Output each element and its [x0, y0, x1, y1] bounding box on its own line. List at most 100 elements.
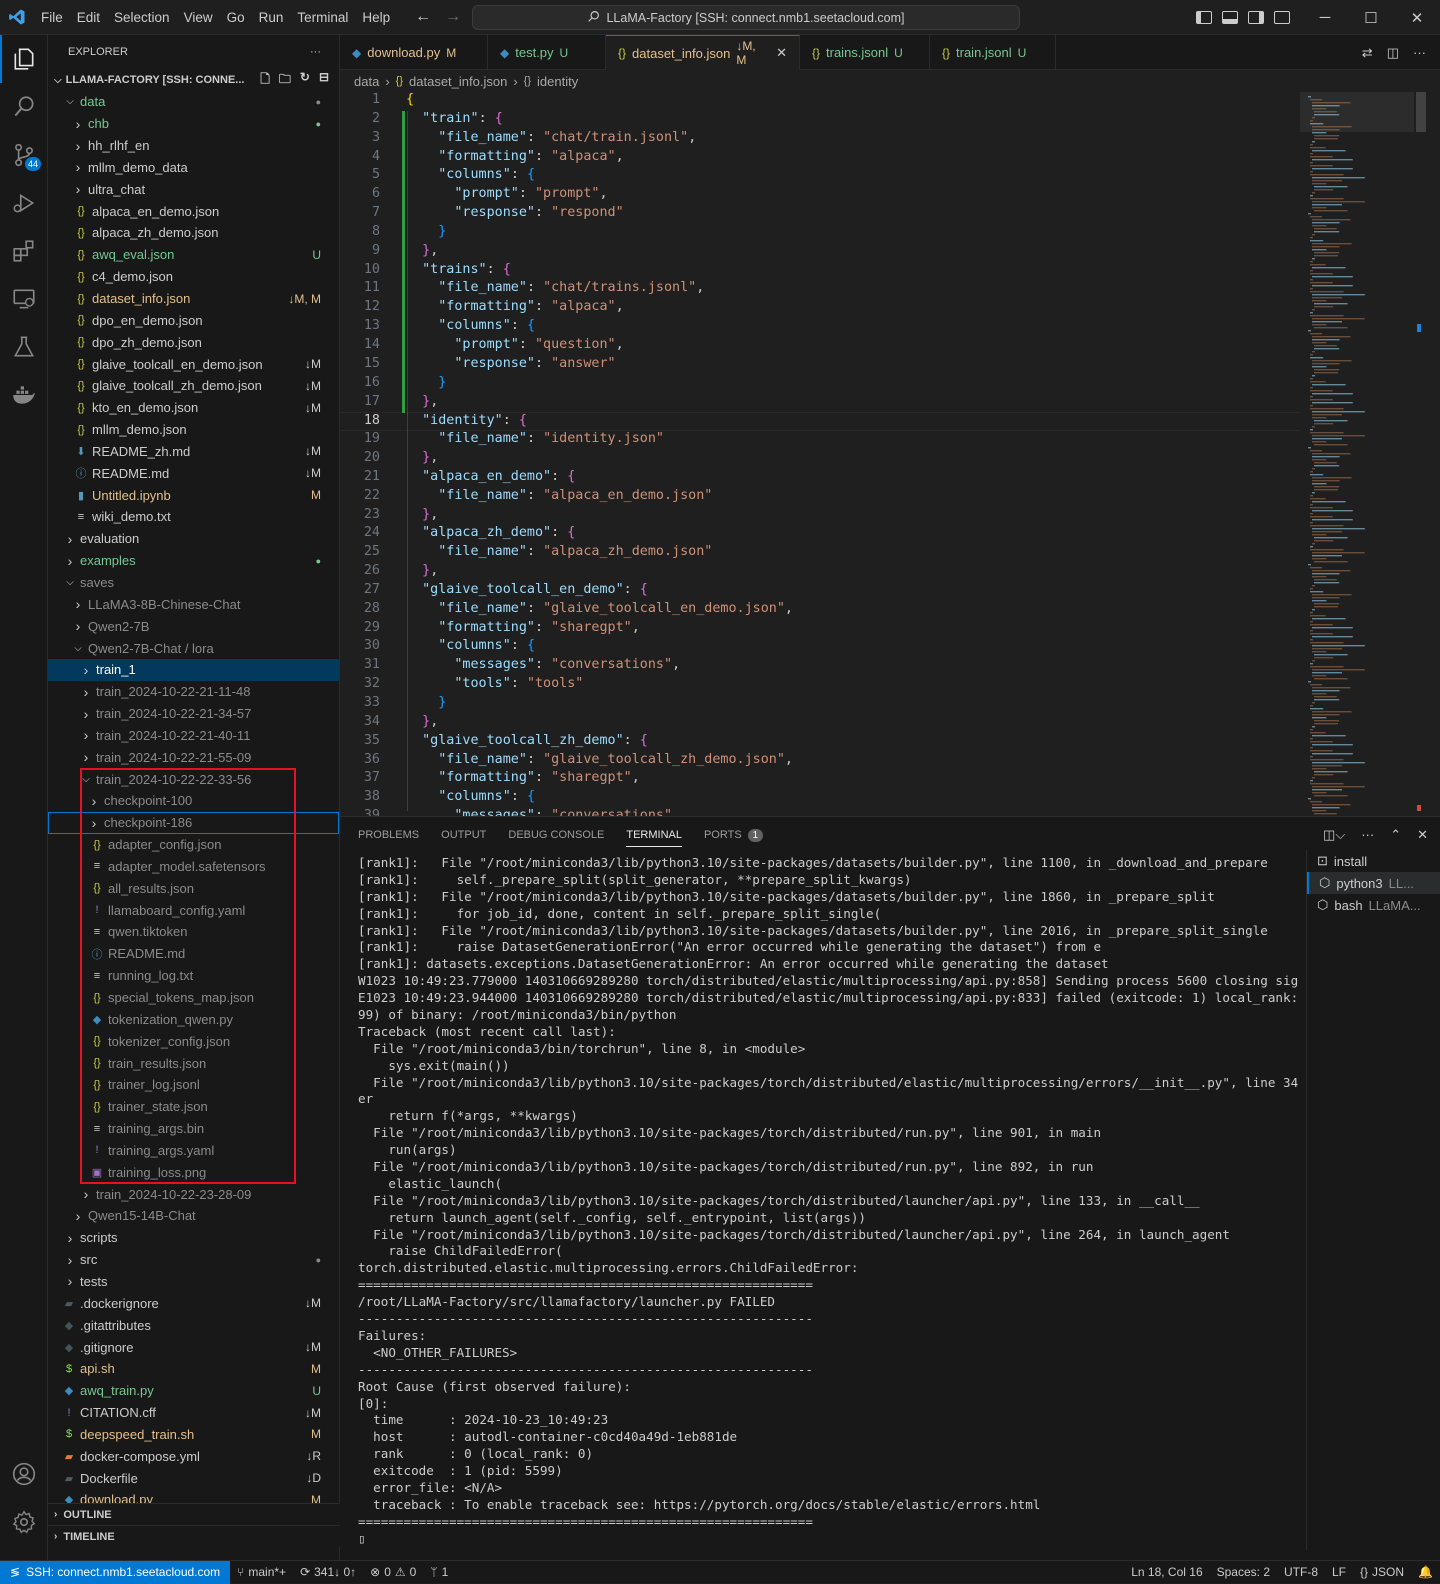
- timeline-section[interactable]: › TIMELINE: [48, 1525, 340, 1547]
- back-arrow-icon[interactable]: ←: [415, 8, 431, 26]
- file-item[interactable]: ⬇ README_zh.md ↓M: [48, 441, 339, 463]
- settings-gear-icon[interactable]: [0, 1498, 48, 1546]
- branch-status[interactable]: ⑂ main*+: [230, 1565, 293, 1579]
- file-item[interactable]: ⓘ README.md ↓M: [48, 462, 339, 484]
- tab-problems[interactable]: PROBLEMS: [358, 829, 419, 841]
- file-item[interactable]: ◆ awq_train.py U: [48, 1380, 339, 1402]
- end-of-line[interactable]: LF: [1325, 1565, 1353, 1579]
- folder-item[interactable]: › Qwen2-7B: [48, 615, 339, 637]
- file-item[interactable]: ▰ docker-compose.yml ↓R: [48, 1445, 339, 1467]
- forward-arrow-icon[interactable]: →: [445, 8, 461, 26]
- folder-item[interactable]: ⌵ Qwen2-7B-Chat / lora: [48, 637, 339, 659]
- open-changes-icon[interactable]: ⇄: [1362, 45, 1373, 61]
- file-item[interactable]: {} awq_eval.json U: [48, 244, 339, 266]
- tab-test-py[interactable]: ◆ test.py U: [488, 35, 606, 70]
- extensions-icon[interactable]: [0, 227, 48, 275]
- menu-terminal[interactable]: Terminal: [290, 10, 355, 25]
- breadcrumb-file[interactable]: dataset_info.json: [409, 74, 507, 89]
- file-item[interactable]: {} glaive_toolcall_en_demo.json ↓M: [48, 353, 339, 375]
- file-item[interactable]: ▰ .dockerignore ↓M: [48, 1292, 339, 1314]
- refresh-icon[interactable]: ↻: [300, 70, 310, 91]
- toggle-primary-sidebar-icon[interactable]: [1196, 11, 1212, 24]
- maximize-panel-icon[interactable]: ⌃: [1390, 827, 1401, 843]
- file-item[interactable]: $ api.sh M: [48, 1358, 339, 1380]
- folder-item[interactable]: › scripts: [48, 1227, 339, 1249]
- problems-status[interactable]: ⊗ 0 ⚠ 0: [363, 1565, 423, 1579]
- folder-item[interactable]: › train_2024-10-22-21-11-48: [48, 681, 339, 703]
- file-item[interactable]: {} c4_demo.json: [48, 266, 339, 288]
- close-tab-icon[interactable]: ✕: [776, 45, 787, 61]
- terminal-instance[interactable]: ⬡ bash LLaMA...: [1307, 894, 1440, 916]
- scrollbar-thumb[interactable]: [1416, 92, 1426, 132]
- folder-item[interactable]: › train_1: [48, 658, 339, 681]
- new-file-icon[interactable]: 🗋: [260, 70, 270, 91]
- terminal-output[interactable]: [rank1]: File "/root/miniconda3/lib/pyth…: [358, 855, 1298, 1555]
- minimap[interactable]: [1300, 92, 1428, 816]
- explorer-icon[interactable]: [0, 35, 48, 83]
- menu-run[interactable]: Run: [252, 10, 291, 25]
- run-debug-icon[interactable]: [0, 179, 48, 227]
- sync-status[interactable]: ⟳ 341↓ 0↑: [293, 1565, 363, 1579]
- file-item[interactable]: ◆ .gitignore ↓M: [48, 1336, 339, 1358]
- folder-item[interactable]: › tests: [48, 1271, 339, 1293]
- language-mode[interactable]: {} JSON: [1353, 1565, 1411, 1579]
- file-item[interactable]: $ deepspeed_train.sh M: [48, 1423, 339, 1445]
- remote-explorer-icon[interactable]: [0, 275, 48, 323]
- explorer-more-actions[interactable]: ···: [310, 46, 321, 58]
- file-item[interactable]: {} dpo_en_demo.json: [48, 309, 339, 331]
- tab-ports[interactable]: PORTS 1: [704, 828, 764, 842]
- editor-scrollbar[interactable]: [1414, 92, 1428, 816]
- command-center[interactable]: LLaMA-Factory [SSH: connect.nmb1.seetacl…: [472, 5, 1020, 30]
- workspace-root[interactable]: ⌵ LLAMA-FACTORY [SSH: CONNE... 🗋 🗀 ↻ ⊟: [48, 69, 339, 91]
- folder-item[interactable]: › hh_rlhf_en: [48, 135, 339, 157]
- folder-item[interactable]: › mllm_demo_data: [48, 157, 339, 179]
- folder-item[interactable]: › ultra_chat: [48, 178, 339, 200]
- folder-item[interactable]: ⌵ saves: [48, 572, 339, 594]
- file-item[interactable]: ≡ wiki_demo.txt: [48, 506, 339, 528]
- folder-item[interactable]: › train_2024-10-22-21-55-09: [48, 746, 339, 768]
- file-item[interactable]: {} alpaca_zh_demo.json: [48, 222, 339, 244]
- customize-layout-icon[interactable]: [1274, 11, 1290, 24]
- close-window-icon[interactable]: ✕: [1394, 0, 1440, 35]
- notifications-bell-icon[interactable]: 🔔: [1411, 1565, 1440, 1579]
- tab-debug-console[interactable]: DEBUG CONSOLE: [508, 829, 604, 841]
- file-item[interactable]: {} mllm_demo.json: [48, 419, 339, 441]
- new-folder-icon[interactable]: 🗀: [279, 70, 291, 91]
- testing-flask-icon[interactable]: [0, 323, 48, 371]
- folder-item[interactable]: › train_2024-10-22-21-40-11: [48, 724, 339, 746]
- file-item[interactable]: ◆ .gitattributes: [48, 1314, 339, 1336]
- code-editor[interactable]: 1{2 "train": {3 "file_name": "chat/train…: [340, 92, 1300, 816]
- menu-edit[interactable]: Edit: [70, 10, 107, 25]
- tab-dataset_info-json[interactable]: {} dataset_info.json ↓M, M ✕: [606, 35, 800, 70]
- menu-view[interactable]: View: [177, 10, 220, 25]
- tab-output[interactable]: OUTPUT: [441, 829, 486, 841]
- file-item[interactable]: {} kto_en_demo.json ↓M: [48, 397, 339, 419]
- more-actions-icon[interactable]: ···: [1413, 45, 1426, 60]
- encoding[interactable]: UTF-8: [1277, 1565, 1325, 1579]
- search-view-icon[interactable]: [0, 83, 48, 131]
- toggle-panel-icon[interactable]: [1222, 11, 1238, 24]
- file-item[interactable]: ▰ Dockerfile ↓D: [48, 1467, 339, 1489]
- folder-item[interactable]: › chb ●: [48, 113, 339, 135]
- indentation[interactable]: Spaces: 2: [1210, 1565, 1277, 1579]
- minimize-icon[interactable]: ─: [1302, 0, 1348, 35]
- toggle-secondary-sidebar-icon[interactable]: [1248, 11, 1264, 24]
- panel-more-icon[interactable]: ···: [1361, 827, 1374, 842]
- file-item[interactable]: {} glaive_toolcall_zh_demo.json ↓M: [48, 375, 339, 397]
- file-item[interactable]: {} dataset_info.json ↓M, M: [48, 288, 339, 310]
- collapse-all-icon[interactable]: ⊟: [319, 70, 329, 91]
- menu-file[interactable]: File: [34, 10, 70, 25]
- source-control-icon[interactable]: 44: [0, 131, 48, 179]
- menu-go[interactable]: Go: [220, 10, 252, 25]
- cursor-position[interactable]: Ln 18, Col 16: [1124, 1565, 1209, 1579]
- folder-item[interactable]: › train_2024-10-22-23-28-09: [48, 1183, 339, 1205]
- close-panel-icon[interactable]: ✕: [1417, 827, 1428, 843]
- split-editor-icon[interactable]: ◫: [1387, 45, 1399, 61]
- menu-help[interactable]: Help: [355, 10, 397, 25]
- docker-icon[interactable]: [0, 371, 48, 419]
- tab-train-jsonl[interactable]: {} train.jsonl U: [930, 35, 1056, 70]
- terminal-instance[interactable]: ⊡ install: [1307, 850, 1440, 872]
- breadcrumb-folder[interactable]: data: [354, 74, 379, 89]
- accounts-icon[interactable]: [0, 1450, 48, 1498]
- maximize-icon[interactable]: ☐: [1348, 0, 1394, 35]
